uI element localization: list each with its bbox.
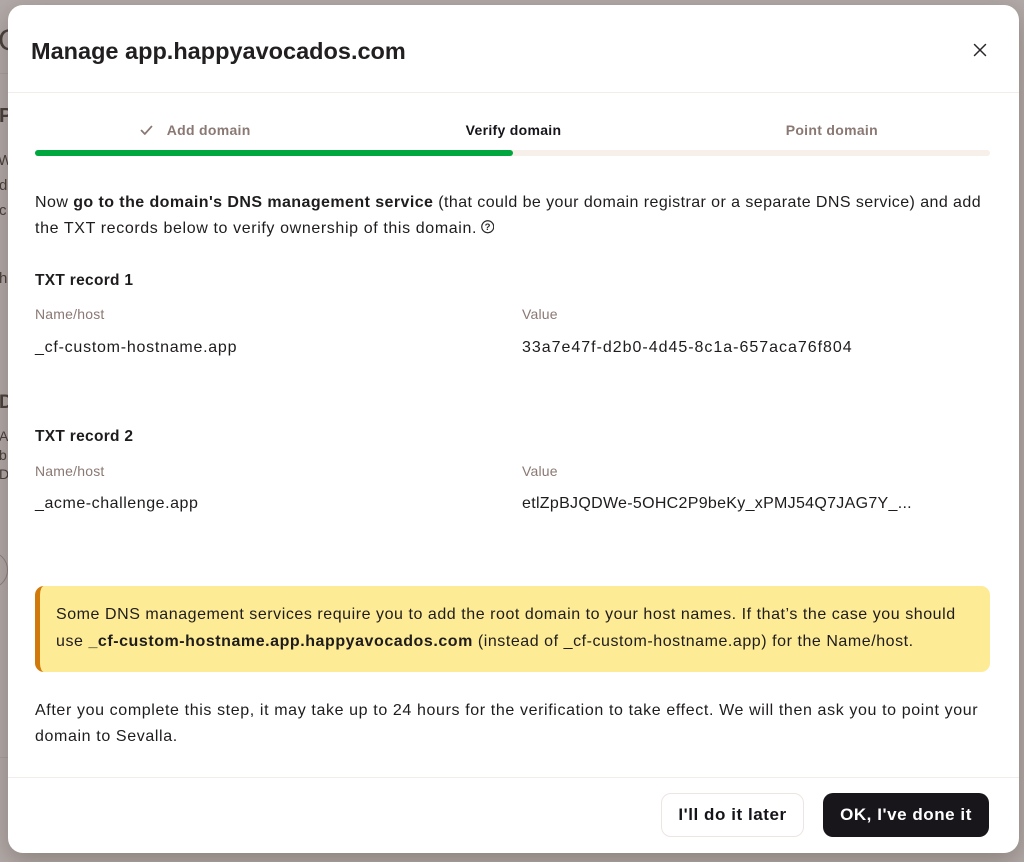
svg-text:?: ? <box>485 222 491 233</box>
